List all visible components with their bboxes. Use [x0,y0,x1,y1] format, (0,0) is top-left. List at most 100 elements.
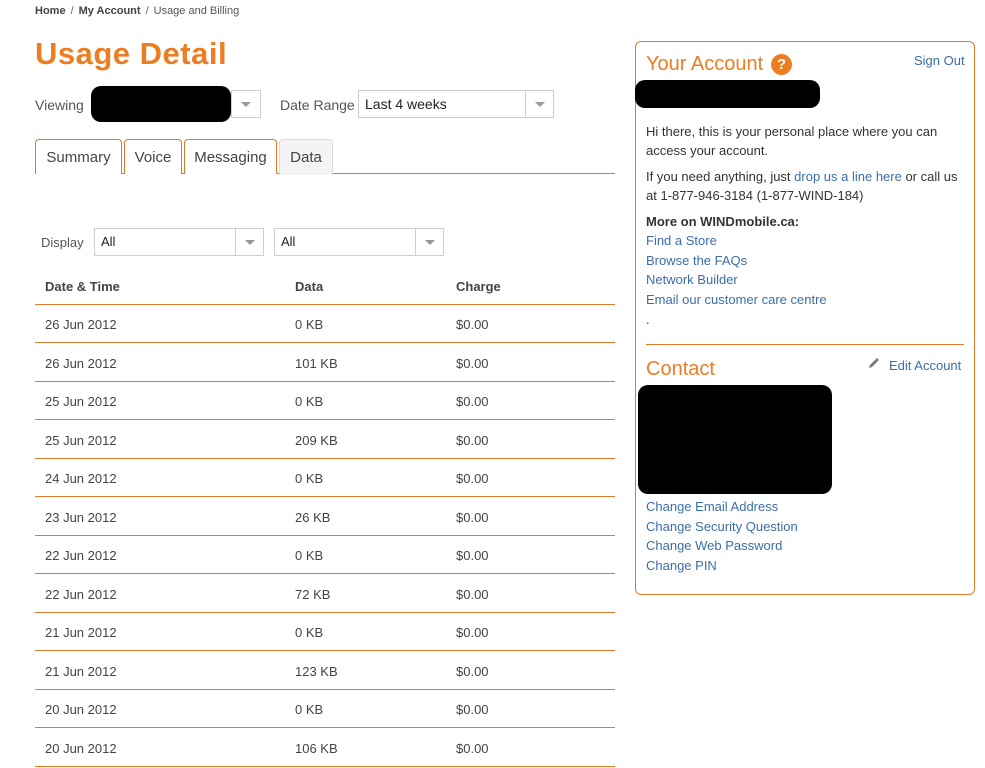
change-email-link[interactable]: Change Email Address [646,499,778,514]
cell-data: 106 KB [295,741,338,756]
row-divider [35,419,615,420]
table-header-divider [35,304,615,305]
browse-faqs-link[interactable]: Browse the FAQs [646,253,747,268]
account-contact-text: If you need anything, just drop us a lin… [646,167,966,205]
cell-date: 20 Jun 2012 [45,741,117,756]
display-filter-select-1[interactable]: All [94,228,264,256]
contact-text-pre: If you need anything, just [646,169,795,184]
date-range-value: Last 4 weeks [365,96,447,112]
cell-date: 22 Jun 2012 [45,548,117,563]
cell-charge: $0.00 [456,394,489,409]
breadcrumb-current: Usage and Billing [153,5,240,17]
cell-date: 21 Jun 2012 [45,664,117,679]
email-customer-care-link[interactable]: Email our customer care centre [646,292,827,307]
edit-account-link[interactable]: Edit Account [889,358,961,373]
find-a-store-link[interactable]: Find a Store [646,233,717,248]
cell-date: 23 Jun 2012 [45,510,117,525]
row-divider [35,535,615,536]
cell-data: 0 KB [295,394,324,409]
cell-data: 123 KB [295,664,338,679]
tab-data[interactable]: Data [279,139,333,175]
your-account-heading: Your Account [646,53,764,75]
account-intro-text: Hi there, this is your personal place wh… [646,124,938,158]
cell-charge: $0.00 [456,356,489,371]
redacted-phone-number [91,86,231,122]
cell-data: 0 KB [295,548,324,563]
redacted-contact-details [638,385,832,494]
viewing-select[interactable] [231,90,261,118]
cell-charge: $0.00 [456,548,489,563]
cell-charge: $0.00 [456,625,489,640]
cell-charge: $0.00 [456,317,489,332]
cell-data: 0 KB [295,471,324,486]
cell-charge: $0.00 [456,702,489,717]
tab-messaging[interactable]: Messaging [184,139,277,174]
tab-summary[interactable]: Summary [35,139,122,174]
cell-date: 26 Jun 2012 [45,356,117,371]
tab-voice[interactable]: Voice [124,139,182,174]
network-builder-link[interactable]: Network Builder [646,272,738,287]
row-divider [35,612,615,613]
column-header-charge[interactable]: Charge [456,279,501,294]
cell-date: 25 Jun 2012 [45,394,117,409]
row-divider [35,342,615,343]
chevron-down-icon [415,229,443,255]
display-filter-1-value: All [101,234,116,249]
cell-date: 25 Jun 2012 [45,433,117,448]
cell-charge: $0.00 [456,741,489,756]
change-security-question-link[interactable]: Change Security Question [646,519,798,534]
cell-date: 22 Jun 2012 [45,587,117,602]
breadcrumb-home-link[interactable]: Home [35,5,66,17]
cell-data: 26 KB [295,510,331,525]
row-divider [35,573,615,574]
cell-data: 72 KB [295,587,331,602]
display-label: Display [41,235,84,250]
cell-date: 21 Jun 2012 [45,625,117,640]
cell-charge: $0.00 [456,433,489,448]
contact-heading: Contact [646,358,715,380]
cell-data: 101 KB [295,356,338,371]
display-filter-select-2[interactable]: All [274,228,444,256]
cell-date: 24 Jun 2012 [45,471,117,486]
row-divider [35,381,615,382]
usage-tabs: Summary Voice Messaging Data [35,139,615,175]
page-title: Usage Detail [35,36,228,71]
cell-charge: $0.00 [456,471,489,486]
sign-out-link[interactable]: Sign Out [914,53,965,68]
row-divider [35,496,615,497]
change-pin-link[interactable]: Change PIN [646,558,717,573]
row-divider [35,727,615,728]
cell-data: 0 KB [295,702,324,717]
cell-charge: $0.00 [456,664,489,679]
chevron-down-icon [232,91,260,117]
more-on-wind-heading: More on WINDmobile.ca: [646,214,800,229]
row-divider [35,458,615,459]
row-divider [35,766,615,767]
chevron-down-icon [235,229,263,255]
column-header-date-time[interactable]: Date & Time [45,279,120,294]
row-divider [35,650,615,651]
change-web-password-link[interactable]: Change Web Password [646,538,782,553]
cell-date: 26 Jun 2012 [45,317,117,332]
breadcrumb-my-account-link[interactable]: My Account [79,5,141,17]
breadcrumb-separator: / [70,5,74,17]
column-header-data[interactable]: Data [295,279,323,294]
panel-divider [646,344,964,345]
date-range-select[interactable]: Last 4 weeks [358,90,554,118]
date-range-label: Date Range [280,97,355,113]
help-icon[interactable]: ? [771,54,792,75]
cell-data: 0 KB [295,317,324,332]
cell-charge: $0.00 [456,587,489,602]
display-filter-2-value: All [281,234,296,249]
breadcrumb: Home / My Account / Usage and Billing [35,5,239,17]
cell-date: 20 Jun 2012 [45,702,117,717]
row-divider [35,689,615,690]
cell-charge: $0.00 [456,510,489,525]
trailing-dot: . [646,312,650,327]
chevron-down-icon [525,91,553,117]
cell-data: 209 KB [295,433,338,448]
redacted-account-name [635,80,820,108]
drop-us-a-line-link[interactable]: drop us a line here [794,169,902,184]
breadcrumb-separator: / [145,5,149,17]
pencil-icon [869,358,879,368]
